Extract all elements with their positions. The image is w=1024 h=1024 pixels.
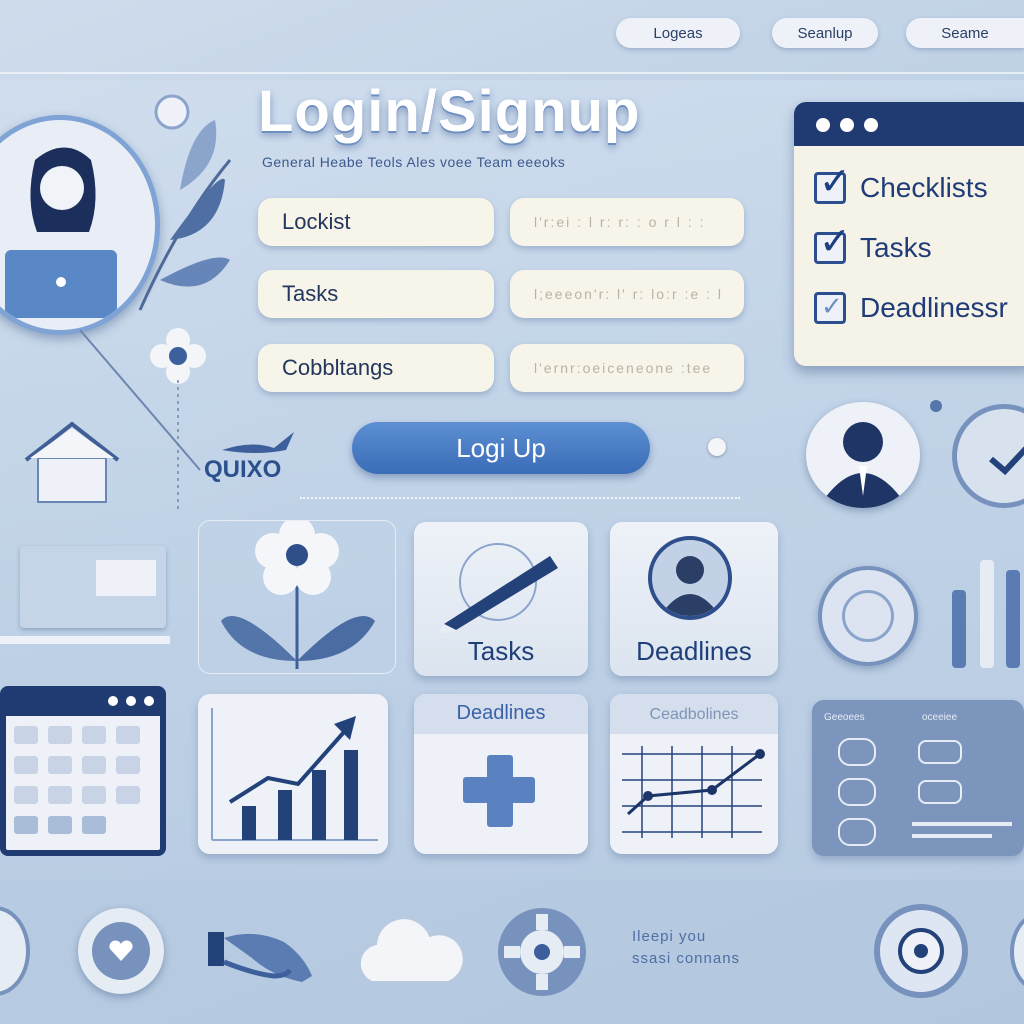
calendar-window[interactable]	[0, 686, 166, 856]
checklist-label: Checklists	[860, 172, 988, 203]
window-dot	[864, 118, 878, 132]
bar-chart-icon	[211, 708, 378, 841]
panel-header-2: oceeiee	[922, 712, 958, 723]
handshake-icon	[208, 932, 312, 982]
control-button[interactable]	[838, 778, 876, 806]
nav-divider	[0, 72, 1024, 74]
field-tasks[interactable]: Tasks	[258, 270, 494, 318]
pencil-icon	[438, 543, 558, 634]
gear-icon[interactable]	[496, 906, 588, 998]
puzzle-icon	[463, 755, 535, 827]
slider-bars-icon[interactable]	[948, 540, 1024, 670]
input-cobbltangs[interactable]: l'ernr:oeiceneone :tee	[510, 344, 744, 392]
control-button[interactable]	[838, 818, 876, 846]
nav-button-seanlup[interactable]: Seanlup	[772, 18, 878, 48]
checklist-window: ✓ Checklists ✓ Tasks ✓ Deadlinessr	[794, 102, 1024, 366]
footer-text-2: ssasi connans	[632, 950, 741, 967]
footer-edge-icon[interactable]	[1010, 912, 1024, 992]
target-icon[interactable]	[874, 904, 968, 998]
window-titlebar	[794, 102, 1024, 146]
growth-chart-card[interactable]	[198, 694, 388, 854]
line-chart-icon	[622, 746, 765, 838]
nav-button-seame[interactable]: Seame	[906, 18, 1024, 48]
footer-text-1: Ileepi you	[632, 928, 707, 945]
input-lockist[interactable]: l'r:ei : l r: r: : o r l : :	[510, 198, 744, 246]
leaf-decoration-icon	[138, 94, 232, 311]
user-avatar-icon[interactable]	[806, 402, 920, 508]
deadlines-card-label: Deadlines	[636, 636, 752, 666]
checklist-label: Tasks	[860, 232, 932, 263]
dial-icon[interactable]	[818, 566, 918, 666]
home-icon[interactable]	[22, 420, 122, 504]
control-button[interactable]	[918, 780, 962, 804]
checkbox-icon[interactable]: ✓	[814, 221, 851, 264]
browser-widget	[0, 540, 170, 660]
checkbox-icon[interactable]: ✓	[814, 161, 851, 204]
heart-icon[interactable]	[78, 908, 164, 994]
page-title: Login/Signup	[258, 79, 641, 144]
toggle-dot[interactable]	[708, 438, 726, 456]
tasks-card-label: Tasks	[467, 636, 535, 666]
window-dot	[840, 118, 854, 132]
small-dot-icon	[930, 400, 942, 412]
nav-button-logeas[interactable]: Logeas	[616, 18, 740, 48]
brand-logo: QUIXO	[204, 430, 324, 490]
checklist-item[interactable]: ✓ Checklists	[814, 161, 988, 204]
control-button[interactable]	[918, 740, 962, 764]
footer-circle-icon[interactable]	[0, 906, 30, 996]
checklist-item[interactable]: ✓ Tasks	[814, 221, 932, 264]
window-dot	[816, 118, 830, 132]
window-dot	[108, 696, 118, 706]
section-divider	[300, 497, 740, 499]
profile-icon	[648, 536, 732, 620]
panel-header-1: Geeoees	[824, 712, 865, 723]
checklist-label: Deadlinessr	[860, 292, 1008, 323]
clock-icon	[952, 404, 1024, 508]
window-dot	[126, 696, 136, 706]
deadlines-card[interactable]: Deadlines	[610, 522, 778, 676]
calendar-titlebar	[6, 692, 160, 716]
line-chart-card-label: Ceadbolines	[649, 706, 739, 723]
control-button[interactable]	[838, 738, 876, 766]
flower-icon	[221, 517, 375, 669]
page-subtitle: General Heabe Teols Ales voee Team eeeok…	[262, 154, 566, 170]
window-dot	[144, 696, 154, 706]
checkbox-icon[interactable]: ✓	[814, 291, 846, 324]
control-slider[interactable]	[912, 834, 992, 838]
login-signup-button[interactable]: Logi Up	[352, 422, 650, 474]
brand-name: QUIXO	[204, 456, 282, 483]
flower-card[interactable]	[198, 517, 396, 674]
cloud-icon	[358, 917, 464, 983]
tasks-card[interactable]: Tasks	[414, 522, 588, 676]
checklist-item[interactable]: ✓ Deadlinessr	[814, 291, 1008, 324]
input-tasks[interactable]: l;eeeon'r: l' r: lo:r :e : l	[510, 270, 744, 318]
field-lockist[interactable]: Lockist	[258, 198, 494, 246]
field-cobbltangs[interactable]: Cobbltangs	[258, 344, 494, 392]
deadlines2-card-label: Deadlines	[456, 702, 546, 724]
line-chart-card[interactable]: Ceadbolines	[610, 694, 778, 854]
controls-panel[interactable]: Geeoees oceeiee	[812, 700, 1024, 856]
control-slider[interactable]	[912, 822, 1012, 826]
deadlines-puzzle-card[interactable]: Deadlines	[414, 694, 588, 854]
